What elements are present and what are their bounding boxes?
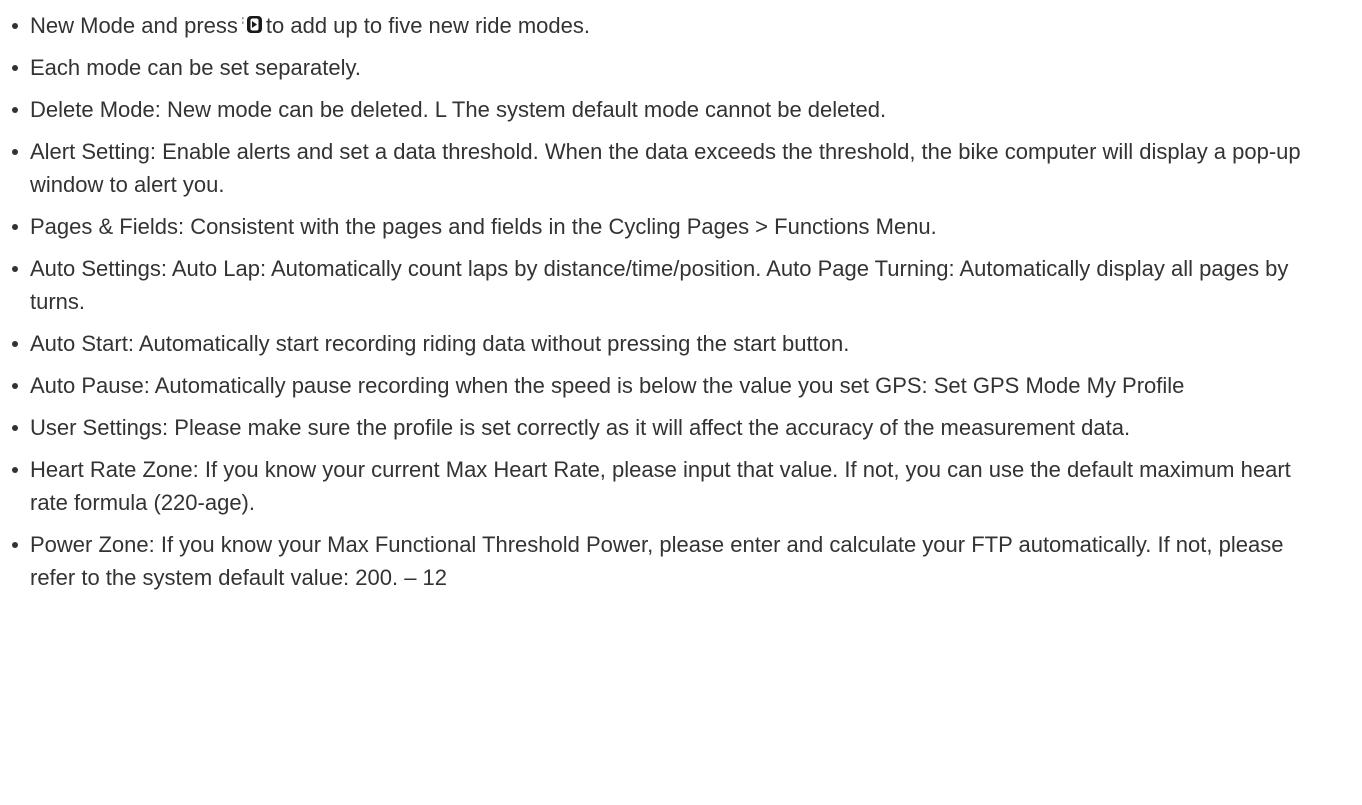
list-item-new-mode: New Mode and press to add up to five new… [12,9,1330,42]
list-item-text: New Mode and press [30,13,238,38]
document-page: New Mode and press to add up to five new… [0,0,1362,805]
list-item-text: Auto Start: Automatically start recordin… [30,331,850,356]
list-item-alert-setting: Alert Setting: Enable alerts and set a d… [12,135,1330,201]
list-item-text: Auto Settings: Auto Lap: Automatically c… [30,256,1289,314]
list-item-auto-settings: Auto Settings: Auto Lap: Automatically c… [12,252,1330,318]
list-item-text: Pages & Fields: Consistent with the page… [30,214,937,239]
list-item-auto-start: Auto Start: Automatically start recordin… [12,327,1330,360]
list-item-text: to add up to five new ride modes. [265,13,590,38]
bullet-list: New Mode and press to add up to five new… [0,9,1330,594]
list-item-text: User Settings: Please make sure the prof… [30,415,1131,440]
list-item-text: Heart Rate Zone: If you know your curren… [30,457,1291,515]
list-item-text: Delete Mode: New mode can be deleted. L … [30,97,887,122]
list-item-power-zone: Power Zone: If you know your Max Functio… [12,528,1330,594]
list-item-text: Auto Pause: Automatically pause recordin… [30,373,1185,398]
list-item-text: Alert Setting: Enable alerts and set a d… [30,139,1301,197]
list-item-pages-fields: Pages & Fields: Consistent with the page… [12,210,1330,243]
list-item-heart-rate-zone: Heart Rate Zone: If you know your curren… [12,453,1330,519]
list-item-user-settings: User Settings: Please make sure the prof… [12,411,1330,444]
enter-button-icon [241,16,262,33]
list-item-text: Each mode can be set separately. [30,55,362,80]
list-item-separate: Each mode can be set separately. [12,51,1330,84]
list-item-auto-pause: Auto Pause: Automatically pause recordin… [12,369,1330,402]
list-item-delete-mode: Delete Mode: New mode can be deleted. L … [12,93,1330,126]
list-item-text: Power Zone: If you know your Max Functio… [30,532,1284,590]
